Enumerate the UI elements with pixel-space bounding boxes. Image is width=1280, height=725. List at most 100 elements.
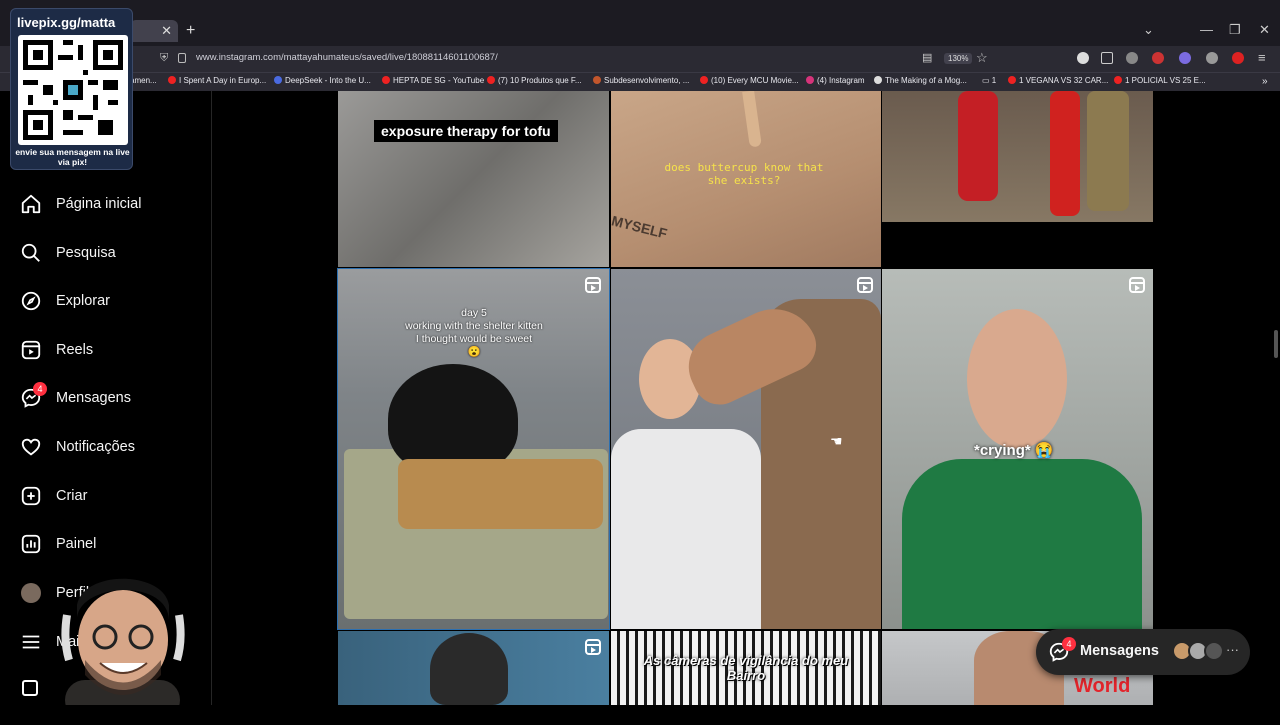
- close-window-icon[interactable]: ✕: [1259, 22, 1270, 38]
- kitten-shape: [388, 364, 518, 474]
- post-thumbnail[interactable]: [882, 91, 1153, 222]
- reel-icon: [585, 277, 601, 293]
- saved-posts-grid: exposure therapy for tofu does buttercup…: [337, 91, 1153, 705]
- adblock-icon[interactable]: [1232, 52, 1244, 64]
- extension-icon[interactable]: [1126, 52, 1138, 64]
- bookmark-item[interactable]: (10) Every MCU Movie...: [700, 76, 799, 85]
- plus-square-icon: [20, 485, 42, 507]
- reel-icon: [585, 639, 601, 655]
- extension-icon[interactable]: [1206, 52, 1218, 64]
- post-thumbnail[interactable]: exposure therapy for tofu: [338, 91, 609, 267]
- new-tab-icon[interactable]: +: [186, 22, 195, 40]
- sidebar-item-reels[interactable]: Reels: [20, 335, 93, 365]
- messages-bar-label: Mensagens: [1080, 643, 1159, 659]
- girl-shape: [611, 429, 761, 629]
- sidebar-item-home[interactable]: Página inicial: [20, 189, 141, 219]
- bookmark-item[interactable]: 1 POLICIAL VS 25 E...: [1114, 76, 1206, 85]
- sidebar-item-explore[interactable]: Explorar: [20, 286, 110, 316]
- post-caption: day 5 working with the shelter kitten I …: [405, 307, 543, 358]
- bookmark-item[interactable]: (7) 10 Produtos que F...: [487, 76, 582, 85]
- sidebar-item-dashboard[interactable]: Painel: [20, 529, 96, 559]
- post-thumbnail[interactable]: day 5 working with the shelter kitten I …: [337, 268, 610, 630]
- minimize-icon[interactable]: —: [1200, 22, 1213, 37]
- folder-icon: ▭: [982, 76, 992, 85]
- post-thumbnail[interactable]: does buttercup know that she exists? MYS…: [611, 91, 881, 267]
- sidebar-item-label: Painel: [56, 536, 97, 552]
- reel-icon: [857, 277, 873, 293]
- sidebar-item-create[interactable]: Criar: [20, 481, 87, 511]
- sidebar-item-messages[interactable]: 4 Mensagens: [20, 382, 131, 413]
- post-caption: As câmeras de vigilância do meu Bairro: [643, 653, 849, 683]
- woman-face-shape: [967, 309, 1067, 449]
- post-thumbnail[interactable]: *crying* 😭: [882, 269, 1153, 629]
- page-scrollbar[interactable]: [1274, 330, 1278, 358]
- post-caption: exposure therapy for tofu: [374, 120, 558, 142]
- avatar: [1204, 641, 1224, 661]
- bookmark-item[interactable]: The Making of a Mog...: [874, 76, 967, 85]
- bookmark-folder[interactable]: ▭ 1: [982, 76, 996, 85]
- sidebar-item-label: Reels: [56, 342, 94, 358]
- post-thumbnail[interactable]: As câmeras de vigilância do meu Bairro: [611, 631, 881, 705]
- overlay-title: livepix.gg/matta: [17, 15, 116, 30]
- restore-icon[interactable]: ❐: [1229, 22, 1241, 38]
- post-caption: World: [1074, 675, 1131, 697]
- bookmark-item[interactable]: (4) Instagram: [806, 76, 865, 85]
- more-icon[interactable]: ···: [1226, 642, 1239, 657]
- bookmark-star-icon[interactable]: ☆: [976, 50, 988, 66]
- app-switch-icon[interactable]: [22, 680, 38, 696]
- browser-tab[interactable]: ✕: [130, 20, 178, 42]
- sidebar-item-notifications[interactable]: Notificações: [20, 432, 135, 462]
- reader-view-icon[interactable]: ▤: [922, 51, 932, 64]
- bookmark-item[interactable]: DeepSeek - Into the U...: [274, 76, 371, 85]
- browser-tabbar: ✕ + ⌄ — ❐ ✕: [0, 0, 1280, 46]
- sidebar-item-label: Notificações: [56, 439, 135, 455]
- post-caption: *crying* 😭: [974, 442, 1054, 459]
- person-shape: [958, 91, 998, 201]
- extension-icon[interactable]: [1077, 52, 1089, 64]
- search-icon: [20, 242, 42, 264]
- tracking-shield-icon[interactable]: ⛨: [160, 52, 168, 65]
- bookmarks-bar: amen... I Spent A Day in Europ... DeepSe…: [0, 72, 1280, 91]
- overlay-subtitle: envie sua mensagem na live via pix!: [15, 147, 130, 167]
- bookmark-item[interactable]: amen...: [130, 76, 157, 85]
- extension-icon[interactable]: [1179, 52, 1191, 64]
- bookmark-item[interactable]: 1 VEGANA VS 32 CAR...: [1008, 76, 1108, 85]
- messenger-icon: 4: [20, 382, 47, 409]
- extension-icon[interactable]: [1101, 52, 1113, 64]
- post-thumbnail[interactable]: [338, 631, 609, 705]
- reels-icon: [20, 339, 42, 361]
- heart-icon: [20, 436, 42, 458]
- reel-icon: [1129, 277, 1145, 293]
- menu-icon: [20, 631, 42, 653]
- home-icon: [20, 193, 42, 215]
- person-shape: [1050, 91, 1080, 216]
- avatar: [20, 582, 42, 604]
- notification-badge: 4: [1062, 637, 1076, 651]
- lock-icon[interactable]: [178, 53, 186, 63]
- snake-shape: [742, 91, 762, 148]
- bookmark-item[interactable]: I Spent A Day in Europ...: [168, 76, 266, 85]
- webcam-overlay: [55, 565, 190, 720]
- zoom-level[interactable]: 130%: [944, 53, 973, 64]
- close-tab-icon[interactable]: ✕: [161, 23, 172, 39]
- tab-list-icon[interactable]: ⌄: [1143, 22, 1154, 38]
- bottom-edge: [0, 705, 1280, 720]
- url-field[interactable]: www.instagram.com/mattayahumateus/saved/…: [196, 52, 498, 63]
- bookmark-item[interactable]: HEPTA DE SG - YouTube: [382, 76, 484, 85]
- chart-icon: [20, 533, 42, 555]
- tattoo-text: MYSELF: [611, 212, 669, 242]
- sea-lion-shape: [430, 633, 508, 705]
- sidebar-item-label: Explorar: [56, 293, 110, 309]
- more-bookmarks-icon[interactable]: »: [1262, 76, 1268, 87]
- livepix-qr-overlay: livepix.gg/matta envie sua mensagem na l…: [10, 8, 133, 170]
- sidebar-item-search[interactable]: Pesquisa: [20, 238, 116, 268]
- bookmark-item[interactable]: Subdesenvolvimento, ...: [593, 76, 689, 85]
- person-shape: [1087, 91, 1129, 211]
- hand-cursor-icon: ☚: [830, 433, 843, 449]
- sidebar-item-label: Pesquisa: [56, 245, 116, 261]
- pellets-shape: [398, 459, 603, 529]
- menu-icon[interactable]: ≡: [1258, 50, 1266, 65]
- compass-icon: [20, 290, 42, 312]
- messages-bar[interactable]: 4 Mensagens ···: [1036, 629, 1250, 675]
- extension-icon[interactable]: [1152, 52, 1164, 64]
